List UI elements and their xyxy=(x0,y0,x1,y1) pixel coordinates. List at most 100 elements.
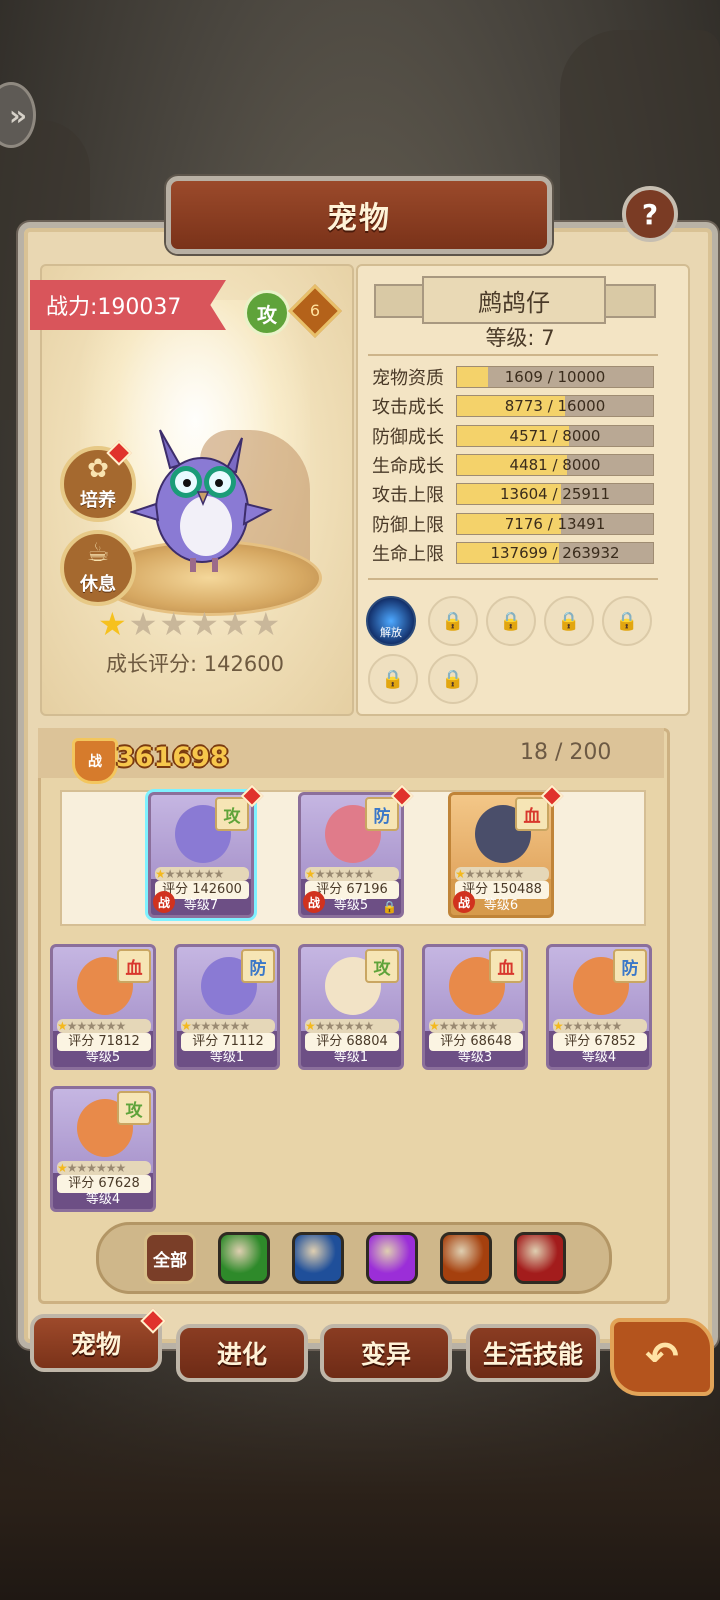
pet-card[interactable]: 防 ★★★★★★★ 评分 67852 等级4 xyxy=(546,944,652,1070)
card-level: 等级1 xyxy=(209,1050,245,1065)
filter-gem-green[interactable] xyxy=(218,1232,270,1284)
filter-gem-purple[interactable] xyxy=(366,1232,418,1284)
lock-icon: 🔒 xyxy=(441,610,465,632)
stat-bar: 8773 / 16000 xyxy=(456,395,654,418)
card-star-rating: ★★★★★★★ xyxy=(455,867,549,881)
rest-button[interactable]: ☕ 休息 xyxy=(60,530,136,606)
card-level: 等级4 xyxy=(581,1050,617,1065)
star-empty-icon: ★ xyxy=(251,605,281,643)
pet-type-badge: 攻 xyxy=(244,290,290,336)
pet-type-badge: 攻 xyxy=(365,949,399,983)
star-empty-icon: ★ xyxy=(159,605,189,643)
lock-icon: 🔒 xyxy=(615,610,639,632)
star-empty-icon: ★ xyxy=(190,605,219,643)
card-star-rating: ★★★★★★★ xyxy=(57,1161,151,1175)
lock-icon: 🔒 xyxy=(382,900,397,914)
pet-type-badge: 防 xyxy=(241,949,275,983)
stat-label: 生命成长 xyxy=(372,455,444,477)
stat-label: 攻击成长 xyxy=(372,397,444,419)
battle-shield-icon: 战 xyxy=(72,738,118,784)
pet-card[interactable]: 防 ★★★★★★★ 评分 71112 等级1 xyxy=(174,944,280,1070)
pet-type-badge: 血 xyxy=(515,797,549,831)
star-filled-icon: ★ xyxy=(98,605,127,643)
stat-value: 4571 / 8000 xyxy=(509,426,601,445)
filter-gem-blue[interactable] xyxy=(292,1232,344,1284)
card-star-rating: ★★★★★★★ xyxy=(57,1019,151,1033)
pet-card[interactable]: 攻 ★★★★★★★ 评分 68804 等级1 xyxy=(298,944,404,1070)
tab-label: 生活技能 xyxy=(482,1340,583,1369)
tab-life-skills[interactable]: 生活技能 xyxy=(466,1324,600,1382)
filter-gem-orange[interactable] xyxy=(440,1232,492,1284)
in-battle-icon: 战 xyxy=(153,891,175,913)
pet-card[interactable]: 血 ★★★★★★★ 评分 68648 等级3 xyxy=(422,944,528,1070)
double-chevron-right-icon: » xyxy=(8,98,28,132)
stat-label: 防御上限 xyxy=(372,514,444,536)
stat-label: 攻击上限 xyxy=(372,485,444,507)
stat-bar: 13604 / 25911 xyxy=(456,483,654,506)
pet-card[interactable]: 血 ★★★★★★★ 评分 150488 等级6 战 xyxy=(448,792,554,918)
stat-bar: 7176 / 13491 xyxy=(456,512,654,535)
star-empty-icon: ★ xyxy=(220,605,250,643)
filter-all-button[interactable]: 全部 xyxy=(144,1232,196,1284)
pet-card[interactable]: 攻 ★★★★★★★ 评分 67628 等级4 xyxy=(50,1086,156,1212)
stat-value: 7176 / 13491 xyxy=(504,514,606,533)
lock-icon: 🔒 xyxy=(557,610,581,632)
tab-mutate[interactable]: 变异 xyxy=(320,1324,452,1382)
stat-row: 生命上限 137699 / 263932 xyxy=(372,541,656,565)
skill-slot-locked[interactable]: 🔒 xyxy=(428,596,478,646)
stat-bar: 1609 / 10000 xyxy=(456,366,654,388)
tab-evolve[interactable]: 进化 xyxy=(176,1324,308,1382)
card-level: 等级1 xyxy=(333,1050,369,1065)
pet-type-badge: 防 xyxy=(365,797,399,831)
card-level: 等级4 xyxy=(85,1192,121,1207)
skill-slot-locked[interactable]: 🔒 xyxy=(368,654,418,704)
in-battle-icon: 战 xyxy=(303,891,325,913)
tab-label: 变异 xyxy=(360,1340,411,1369)
window-title-plate: 宠物 xyxy=(166,176,552,254)
pet-card[interactable]: 攻 ★★★★★★★ 评分 142600 等级7 战 xyxy=(148,792,254,918)
pet-name: 鹧鸪仔 xyxy=(478,288,550,317)
pet-card[interactable]: 防 ★★★★★★★ 评分 67196 等级5 战 🔒 xyxy=(298,792,404,918)
stat-row: 生命成长 4481 / 8000 xyxy=(372,453,656,477)
stat-label: 生命上限 xyxy=(372,543,444,565)
card-star-rating: ★★★★★★★ xyxy=(553,1019,647,1033)
divider xyxy=(368,578,658,580)
lock-level-text: 6 xyxy=(309,301,321,320)
skill-slot-locked[interactable]: 🔒 xyxy=(544,596,594,646)
stat-label: 宠物资质 xyxy=(372,368,444,389)
skill-slot-locked[interactable]: 🔒 xyxy=(486,596,536,646)
pet-type-badge: 攻 xyxy=(215,797,249,831)
stat-label: 防御成长 xyxy=(372,426,444,448)
filter-gem-red[interactable] xyxy=(514,1232,566,1284)
card-level: 等级5 xyxy=(85,1050,121,1065)
lock-icon: 🔒 xyxy=(381,668,405,690)
stat-row: 宠物资质 1609 / 10000 xyxy=(372,366,656,389)
skill-slot-locked[interactable]: 🔒 xyxy=(428,654,478,704)
skill-slot-locked[interactable]: 🔒 xyxy=(602,596,652,646)
stat-value: 13604 / 25911 xyxy=(499,485,611,504)
pet-type-text: 攻 xyxy=(257,302,277,327)
help-button[interactable]: ? xyxy=(622,186,678,242)
tab-label: 进化 xyxy=(216,1340,267,1369)
tab-label: 宠物 xyxy=(70,1330,121,1359)
total-battle-power: 361698 xyxy=(116,742,229,773)
skill-label: 解放 xyxy=(380,626,402,639)
stat-value: 1609 / 10000 xyxy=(504,368,606,386)
card-star-rating: ★★★★★★★ xyxy=(429,1019,523,1033)
window-title: 宠物 xyxy=(327,201,391,236)
train-label: 培养 xyxy=(80,490,116,511)
in-battle-icon: 战 xyxy=(453,891,475,913)
coffee-cup-icon: ☕ xyxy=(86,538,110,568)
battle-mark-text: 战 xyxy=(88,754,102,770)
lock-icon: 🔒 xyxy=(441,668,465,690)
pet-type-badge: 血 xyxy=(489,949,523,983)
star-empty-icon: ★ xyxy=(128,605,158,643)
back-button[interactable]: ↶ xyxy=(610,1318,714,1396)
pet-card[interactable]: 血 ★★★★★★★ 评分 71812 等级5 xyxy=(50,944,156,1070)
skill-slot-active[interactable]: 解放 xyxy=(366,596,416,646)
stat-value: 137699 / 263932 xyxy=(490,543,620,562)
stat-bar: 4571 / 8000 xyxy=(456,424,654,447)
stat-row: 防御上限 7176 / 13491 xyxy=(372,512,656,536)
divider xyxy=(368,354,658,356)
pet-capacity: 18 / 200 xyxy=(520,740,612,765)
